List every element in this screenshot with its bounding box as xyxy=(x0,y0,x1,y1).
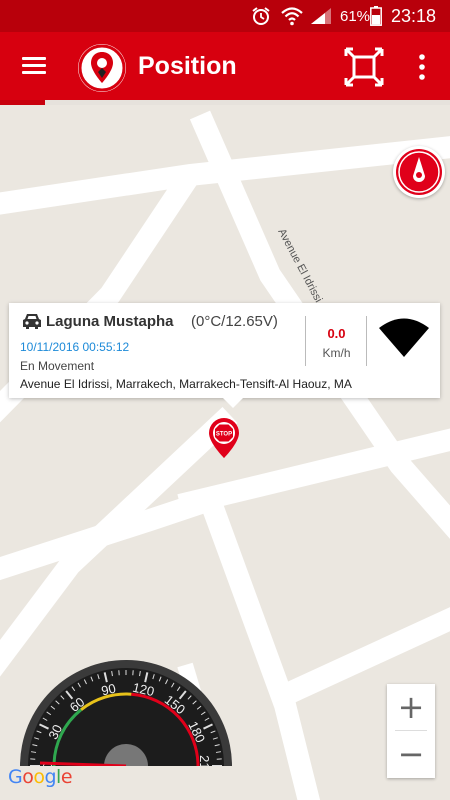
speed-value: 0.0 xyxy=(327,326,346,341)
location-pin-logo-icon xyxy=(78,44,126,92)
vehicle-address: Avenue El Idrissi, Marrakech, Marrakech-… xyxy=(20,377,352,391)
speed-unit: Km/h xyxy=(322,346,351,360)
car-icon xyxy=(23,314,41,329)
status-bar: 61% 23:18 xyxy=(0,0,450,32)
google-logo-letter: e xyxy=(60,766,73,788)
more-vertical-icon[interactable] xyxy=(412,52,432,82)
fullscreen-toggle-icon[interactable] xyxy=(343,46,385,88)
speedometer-gauge: 0306090120150180210 xyxy=(20,660,232,766)
zoom-out-button[interactable]: − xyxy=(387,731,435,777)
speedometer-tick-label: 210 xyxy=(197,755,212,766)
gsm-signal-icon xyxy=(379,318,429,357)
app-bar: Position xyxy=(0,32,450,102)
google-logo-letter: g xyxy=(44,766,57,788)
google-logo-letter: G xyxy=(8,766,23,788)
google-logo-letter: o xyxy=(22,766,34,788)
vehicle-temperature-voltage: (0°C/12.65V) xyxy=(191,313,278,330)
page-title: Position xyxy=(138,52,237,80)
battery-percent: 61% xyxy=(340,7,371,25)
google-logo[interactable]: Google xyxy=(8,766,73,788)
compass-north-icon xyxy=(396,149,442,195)
vehicle-name: Laguna Mustapha xyxy=(46,313,174,330)
app-logo xyxy=(78,44,126,92)
wifi-icon xyxy=(281,7,303,26)
popup-divider xyxy=(305,316,306,366)
battery-icon xyxy=(370,6,382,26)
cell-signal-icon xyxy=(311,8,331,24)
zoom-controls: + − xyxy=(387,684,435,778)
movement-status: En Movement xyxy=(20,359,95,373)
hamburger-menu-icon[interactable] xyxy=(22,54,48,80)
stop-location-marker[interactable]: STOP xyxy=(205,417,243,459)
compass-button[interactable] xyxy=(393,146,445,198)
google-logo-letter: o xyxy=(33,766,45,788)
last-update-timestamp: 10/11/2016 00:55:12 xyxy=(20,340,130,354)
popup-divider xyxy=(366,316,367,366)
stop-marker-label: STOP xyxy=(216,432,232,438)
status-time: 23:18 xyxy=(391,5,437,26)
vehicle-info-popup[interactable]: Laguna Mustapha (0°C/12.65V) 10/11/2016 … xyxy=(9,303,440,408)
zoom-in-button[interactable]: + xyxy=(387,684,435,730)
alarm-icon xyxy=(252,7,270,25)
